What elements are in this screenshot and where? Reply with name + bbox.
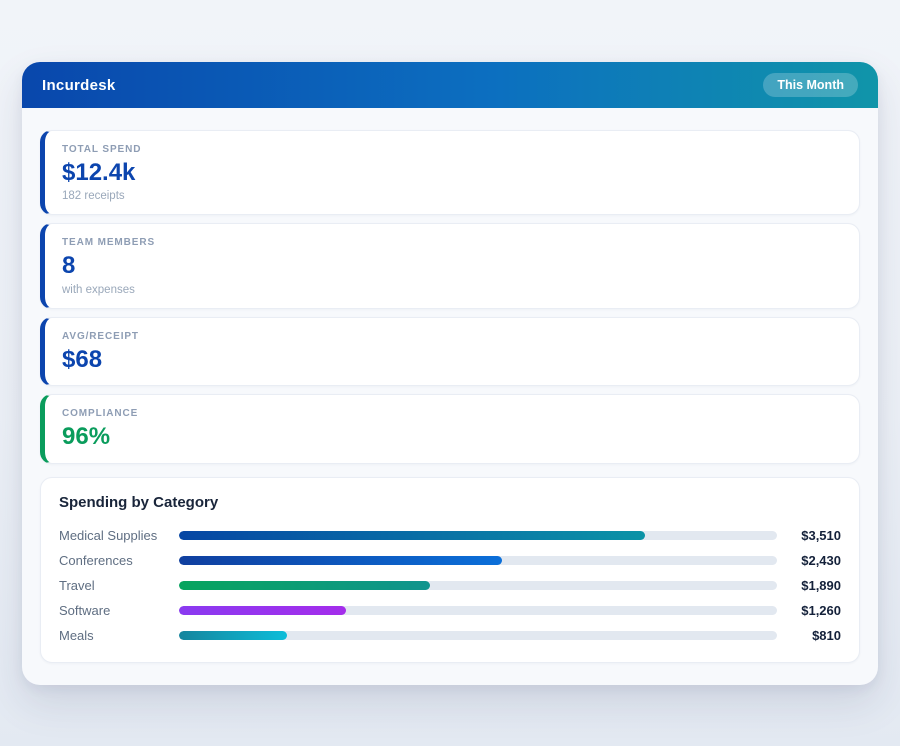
stat-value: 96% (62, 424, 843, 450)
spending-by-category-chart: Spending by Category Medical Supplies $3… (40, 477, 860, 663)
category-label: Medical Supplies (59, 528, 179, 543)
stat-subtext: 182 receipts (62, 190, 843, 202)
bar-fill (179, 581, 430, 590)
bar-track (179, 606, 777, 615)
dashboard-content: TOTAL SPEND $12.4k 182 receipts TEAM MEM… (22, 108, 878, 681)
stat-card-avg-receipt: AVG/RECEIPT $68 (40, 317, 860, 386)
value-label: $810 (777, 628, 841, 643)
category-label: Software (59, 603, 179, 618)
chart-row-meals: Meals $810 (59, 623, 841, 648)
app-header: Incurdesk This Month (22, 62, 878, 108)
bar-fill (179, 531, 645, 540)
app-title: Incurdesk (42, 77, 116, 94)
bar-track (179, 581, 777, 590)
stat-label: TEAM MEMBERS (62, 237, 843, 248)
bar-fill (179, 606, 346, 615)
stat-value: $12.4k (62, 160, 843, 186)
chart-row-software: Software $1,260 (59, 598, 841, 623)
category-label: Travel (59, 578, 179, 593)
stat-value: 8 (62, 253, 843, 279)
stat-subtext: with expenses (62, 284, 843, 296)
stat-label: AVG/RECEIPT (62, 331, 843, 342)
value-label: $1,890 (777, 578, 841, 593)
chart-row-travel: Travel $1,890 (59, 573, 841, 598)
stat-value: $68 (62, 347, 843, 373)
bar-track (179, 556, 777, 565)
stat-card-total-spend: TOTAL SPEND $12.4k 182 receipts (40, 130, 860, 215)
bar-fill (179, 556, 502, 565)
bar-track (179, 631, 777, 640)
stat-card-compliance: COMPLIANCE 96% (40, 394, 860, 463)
category-label: Conferences (59, 553, 179, 568)
chart-title: Spending by Category (59, 494, 841, 511)
dashboard-panel: Incurdesk This Month TOTAL SPEND $12.4k … (22, 62, 878, 685)
period-badge[interactable]: This Month (763, 73, 858, 97)
chart-row-medical-supplies: Medical Supplies $3,510 (59, 523, 841, 548)
value-label: $1,260 (777, 603, 841, 618)
bar-track (179, 531, 777, 540)
value-label: $2,430 (777, 553, 841, 568)
stat-card-team-members: TEAM MEMBERS 8 with expenses (40, 223, 860, 308)
stat-label: TOTAL SPEND (62, 144, 843, 155)
bar-fill (179, 631, 287, 640)
value-label: $3,510 (777, 528, 841, 543)
category-label: Meals (59, 628, 179, 643)
stat-label: COMPLIANCE (62, 408, 843, 419)
chart-row-conferences: Conferences $2,430 (59, 548, 841, 573)
